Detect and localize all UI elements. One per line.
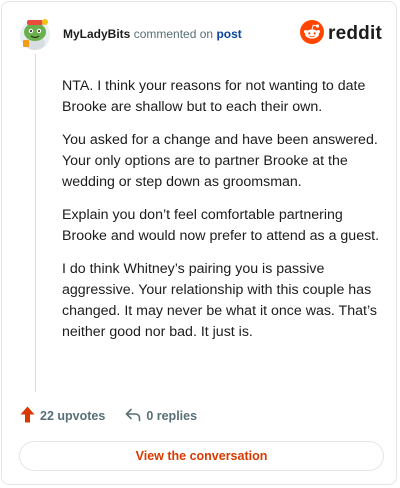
comment-paragraph: Explain you don’t feel comfortable partn…	[62, 207, 380, 244]
reddit-logo[interactable]: reddit	[300, 19, 382, 49]
thread-line	[35, 54, 36, 392]
view-conversation-button[interactable]: View the conversation	[19, 441, 384, 471]
user-avatar-icon[interactable]	[18, 16, 52, 52]
comment-actions: 22 upvotes 0 replies	[20, 406, 197, 426]
replies-button[interactable]: 0 replies	[125, 408, 197, 425]
comment-paragraph: You asked for a change and have been ans…	[62, 132, 378, 190]
comment-body: NTA. I think your reasons for not wantin…	[62, 76, 380, 355]
upvote-count: 22 upvotes	[40, 409, 106, 423]
comment-paragraph: I do think Whitney’s pairing you is pass…	[62, 261, 377, 340]
reddit-logo-icon	[300, 19, 325, 49]
commented-on-text: commented on	[133, 27, 214, 41]
upvote-button[interactable]: 22 upvotes	[20, 406, 105, 426]
comment-paragraph: NTA. I think your reasons for not wantin…	[62, 78, 366, 115]
comment-card: MyLadyBits commented on post reddit NTA.…	[1, 1, 397, 485]
comment-header: MyLadyBits commented on post reddit	[18, 16, 386, 56]
reply-arrow-icon	[125, 408, 146, 425]
comment-attribution: MyLadyBits commented on post	[63, 27, 242, 41]
replies-count: 0 replies	[146, 409, 198, 423]
upvote-arrow-icon	[20, 406, 40, 426]
post-link[interactable]: post	[216, 27, 241, 41]
reddit-wordmark: reddit	[328, 23, 382, 44]
username-link[interactable]: MyLadyBits	[63, 27, 130, 41]
